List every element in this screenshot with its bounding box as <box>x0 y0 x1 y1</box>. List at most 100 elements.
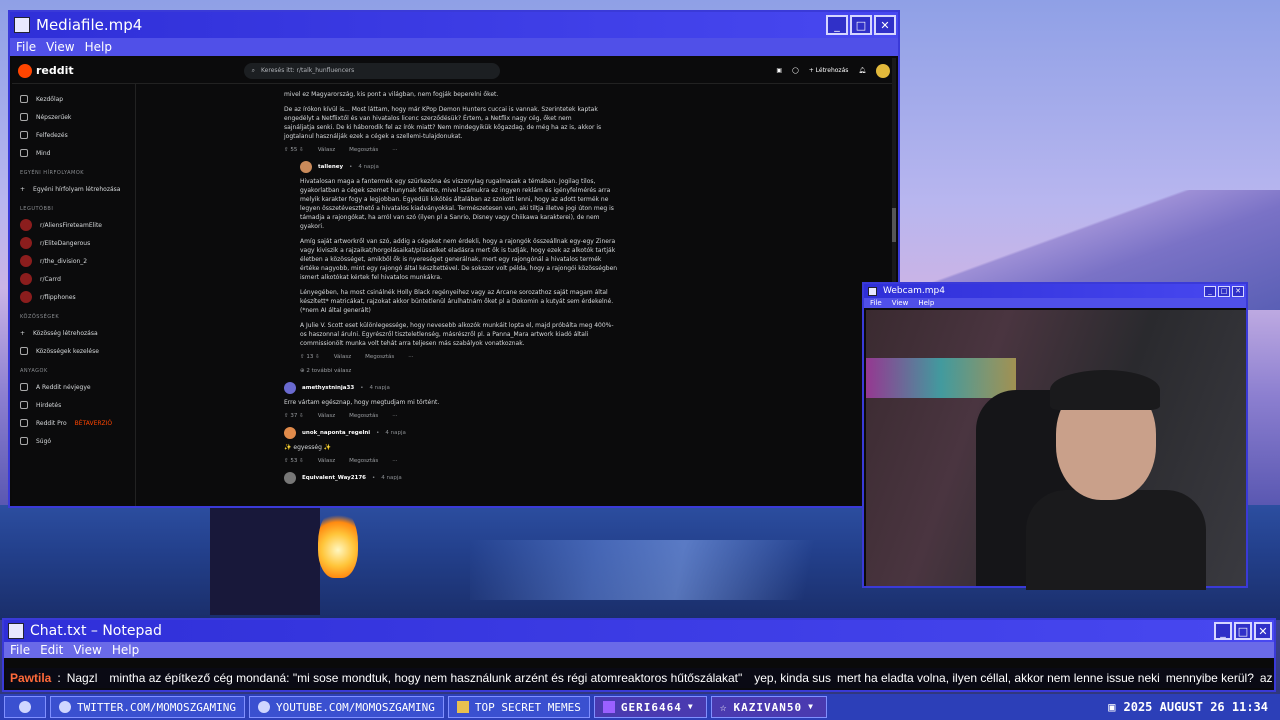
maximize-button[interactable]: □ <box>1218 285 1230 297</box>
share-button[interactable]: Megosztás <box>365 354 394 360</box>
sidebar-item-subreddit[interactable]: r/flipphones <box>20 288 127 306</box>
sidebar-item-subreddit[interactable]: r/EliteDangerous <box>20 234 127 252</box>
section-resources[interactable]: ANYAGOK <box>20 368 127 374</box>
subreddit-icon <box>20 219 32 231</box>
comment-actions: ⇧ 13 ⇩ Válasz Megosztás ··· <box>300 354 896 360</box>
comment-text: Hivatalosan maga a fantermék egy szürkez… <box>300 178 614 230</box>
avatar <box>300 161 312 173</box>
comment-thread: mivel ez Magyarország, kis pont a világb… <box>136 84 896 506</box>
share-button[interactable]: Megosztás <box>349 147 378 153</box>
close-button[interactable]: ✕ <box>1254 622 1272 640</box>
comment-actions: ⇧ 53 ⇩ Válasz Megosztás ··· <box>284 458 896 464</box>
taskbar-item-youtube[interactable]: YOUTUBE.COM/MOMOSZGAMING <box>248 696 444 718</box>
comment-author: amethystninja33 • 4 napja <box>284 382 896 394</box>
sidebar-item-pro[interactable]: Reddit Pro BÉTAVERZIÓ <box>20 414 127 432</box>
close-button[interactable]: ✕ <box>874 15 896 35</box>
upvote-button[interactable]: ⇧ 55 ⇩ <box>284 147 304 153</box>
subreddit-icon <box>20 273 32 285</box>
sidebar-item-create-community[interactable]: + Közösség létrehozása <box>20 324 127 342</box>
reply-button[interactable]: Válasz <box>318 147 335 153</box>
comment-text: ✨ egyesség ✨ <box>284 444 332 451</box>
subreddit-icon <box>20 237 32 249</box>
reddit-logo[interactable]: reddit <box>18 63 74 78</box>
notepad-icon <box>8 623 24 639</box>
subreddit-icon <box>20 255 32 267</box>
menu-help[interactable]: Help <box>112 643 139 657</box>
taskbar-user-1[interactable]: GERI6464 ▼ <box>593 696 707 718</box>
sidebar-item-popular[interactable]: Népszerűek <box>20 108 127 126</box>
bell-icon[interactable]: 🔔︎ <box>858 67 866 74</box>
reply-button[interactable]: Válasz <box>334 354 351 360</box>
sidebar-item-create-feed[interactable]: + Egyéni hírfolyam létrehozása <box>20 180 127 198</box>
webcam-title: Webcam.mp4 <box>883 286 945 296</box>
section-recent[interactable]: LEGUTÓBBI <box>20 206 127 212</box>
tray-icon[interactable]: ▣ <box>1108 700 1115 714</box>
avatar[interactable] <box>876 63 890 78</box>
comment-text: De az írókon kívül is... Most láttam, ho… <box>284 106 602 140</box>
chat-message: mennyibe kerül? <box>1165 671 1254 685</box>
upvote-button[interactable]: ⇧ 13 ⇩ <box>300 354 320 360</box>
scrollbar-thumb[interactable] <box>892 208 896 242</box>
sidebar-item-advertise[interactable]: Hirdetés <box>20 396 127 414</box>
menu-file[interactable]: File <box>870 299 882 307</box>
sidebar-item-subreddit[interactable]: r/AliensFireteamElite <box>20 216 127 234</box>
media-menubar: File View Help <box>10 38 898 56</box>
media-title: Mediafile.mp4 <box>36 16 143 34</box>
ads-icon[interactable]: ▣ <box>776 67 782 74</box>
sidebar-item-all[interactable]: Mind <box>20 144 127 162</box>
more-icon[interactable]: ··· <box>392 458 397 464</box>
sidebar-item-manage-communities[interactable]: Közösségek kezelése <box>20 342 127 360</box>
share-button[interactable]: Megosztás <box>349 458 378 464</box>
sidebar-item-subreddit[interactable]: r/the_division_2 <box>20 252 127 270</box>
chevron-down-icon: ▼ <box>687 702 694 711</box>
maximize-button[interactable]: □ <box>850 15 872 35</box>
streamer-cap <box>1050 370 1160 410</box>
search-input[interactable]: ⌕ Keresés itt: r/talk_hunfluencers <box>243 62 500 79</box>
maximize-button[interactable]: □ <box>1234 622 1252 640</box>
notepad-menubar: File Edit View Help <box>4 642 1274 658</box>
help-icon <box>20 437 28 445</box>
section-custom-feeds[interactable]: EGYÉNI HÍRFOLYAMOK <box>20 170 127 176</box>
menu-file[interactable]: File <box>10 643 30 657</box>
upvote-button[interactable]: ⇧ 53 ⇩ <box>284 458 304 464</box>
start-button[interactable] <box>4 696 46 718</box>
sidebar-item-explore[interactable]: Felfedezés <box>20 126 127 144</box>
taskbar-user-2[interactable]: ☆ KAZIVAN50 ▼ <box>710 696 828 718</box>
sidebar-item-subreddit[interactable]: r/Carrd <box>20 270 127 288</box>
taskbar-item-twitter[interactable]: TWITTER.COM/MOMOSZGAMING <box>50 696 245 718</box>
taskbar-item-memes[interactable]: TOP SECRET MEMES <box>447 696 590 718</box>
chat-icon[interactable]: ◯ <box>792 67 799 74</box>
menu-view[interactable]: View <box>73 643 101 657</box>
minimize-button[interactable]: _ <box>1214 622 1232 640</box>
folder-icon <box>456 701 469 713</box>
menu-file[interactable]: File <box>16 40 36 54</box>
sidebar-item-help[interactable]: Súgó <box>20 432 127 450</box>
minimize-button[interactable]: _ <box>826 15 848 35</box>
reply-button[interactable]: Válasz <box>318 413 335 419</box>
more-replies-link[interactable]: ⊕ 2 további válasz <box>300 368 896 374</box>
globe-icon <box>59 701 71 713</box>
section-communities[interactable]: KÖZÖSSÉGEK <box>20 314 127 320</box>
reply-button[interactable]: Válasz <box>318 458 335 464</box>
menu-help[interactable]: Help <box>918 299 934 307</box>
more-icon[interactable]: ··· <box>408 354 413 360</box>
menu-view[interactable]: View <box>892 299 909 307</box>
media-titlebar[interactable]: Mediafile.mp4 _ □ ✕ <box>10 12 898 38</box>
upvote-button[interactable]: ⇧ 37 ⇩ <box>284 413 304 419</box>
webcam-titlebar[interactable]: Webcam.mp4 _ □ ✕ <box>864 284 1246 298</box>
close-button[interactable]: ✕ <box>1232 285 1244 297</box>
start-icon <box>19 701 31 713</box>
comment-text: Amíg saját artworkről van szó, addig a c… <box>300 238 618 281</box>
menu-help[interactable]: Help <box>85 40 112 54</box>
notepad-titlebar[interactable]: Chat.txt – Notepad _ □ ✕ <box>4 620 1274 642</box>
share-button[interactable]: Megosztás <box>349 413 378 419</box>
popular-icon <box>20 113 28 121</box>
menu-edit[interactable]: Edit <box>40 643 63 657</box>
menu-view[interactable]: View <box>46 40 74 54</box>
minimize-button[interactable]: _ <box>1204 285 1216 297</box>
sidebar-item-home[interactable]: Kezdőlap <box>20 90 127 108</box>
more-icon[interactable]: ··· <box>392 413 397 419</box>
more-icon[interactable]: ··· <box>392 147 397 153</box>
sidebar-item-about[interactable]: A Reddit névjegye <box>20 378 127 396</box>
create-button[interactable]: + Létrehozás <box>809 67 849 74</box>
